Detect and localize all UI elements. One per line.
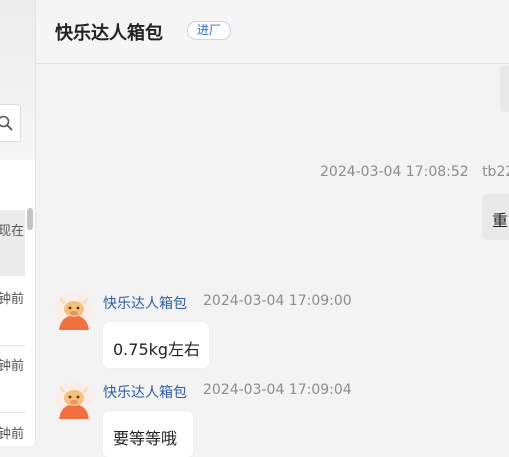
outgoing-message-bubble: 重 [482, 194, 509, 240]
conversation-item[interactable]: 钟前 [0, 278, 25, 344]
page-title: 快乐达人箱包 [55, 23, 163, 44]
outgoing-bubble-partial [500, 66, 509, 112]
conversation-time: 钟前 [0, 427, 25, 442]
conversation-sidebar: 现在 钟前 钟前 钟前 [0, 0, 36, 446]
ox-avatar-icon[interactable] [55, 381, 93, 419]
status-badge[interactable]: 进厂 [187, 21, 232, 40]
sidebar-scrollbar[interactable] [27, 208, 33, 230]
message-text: 0.75kg左右 [113, 340, 201, 359]
message-timestamp: 2024-03-04 17:09:04 [203, 382, 352, 398]
message-text: 要等等哦 [113, 429, 178, 448]
search-icon[interactable] [0, 115, 13, 131]
conversation-item[interactable]: 钟前 [0, 346, 25, 412]
conversation-time: 现在 [0, 224, 25, 239]
message-meta: 2024-03-04 17:08:52 tb22 [320, 164, 509, 180]
incoming-message-bubble: 0.75kg左右 [103, 322, 209, 368]
message-timestamp: 2024-03-04 17:09:00 [203, 293, 352, 309]
ox-avatar-icon[interactable] [55, 292, 93, 330]
message-sender: tb22 [482, 164, 509, 180]
chat-header: 快乐达人箱包 进厂 [36, 0, 509, 64]
conversation-time: 钟前 [0, 292, 25, 307]
message-sender[interactable]: 快乐达人箱包 [103, 293, 187, 313]
message-timestamp: 2024-03-04 17:08:52 [320, 164, 469, 180]
conversation-time: 钟前 [0, 359, 25, 374]
message-text: 重 [492, 211, 509, 230]
conversation-item[interactable]: 现在 [0, 210, 25, 276]
conversation-item[interactable]: 钟前 [0, 413, 25, 446]
message-sender[interactable]: 快乐达人箱包 [103, 382, 187, 402]
incoming-message-bubble: 要等等哦 [103, 411, 193, 457]
